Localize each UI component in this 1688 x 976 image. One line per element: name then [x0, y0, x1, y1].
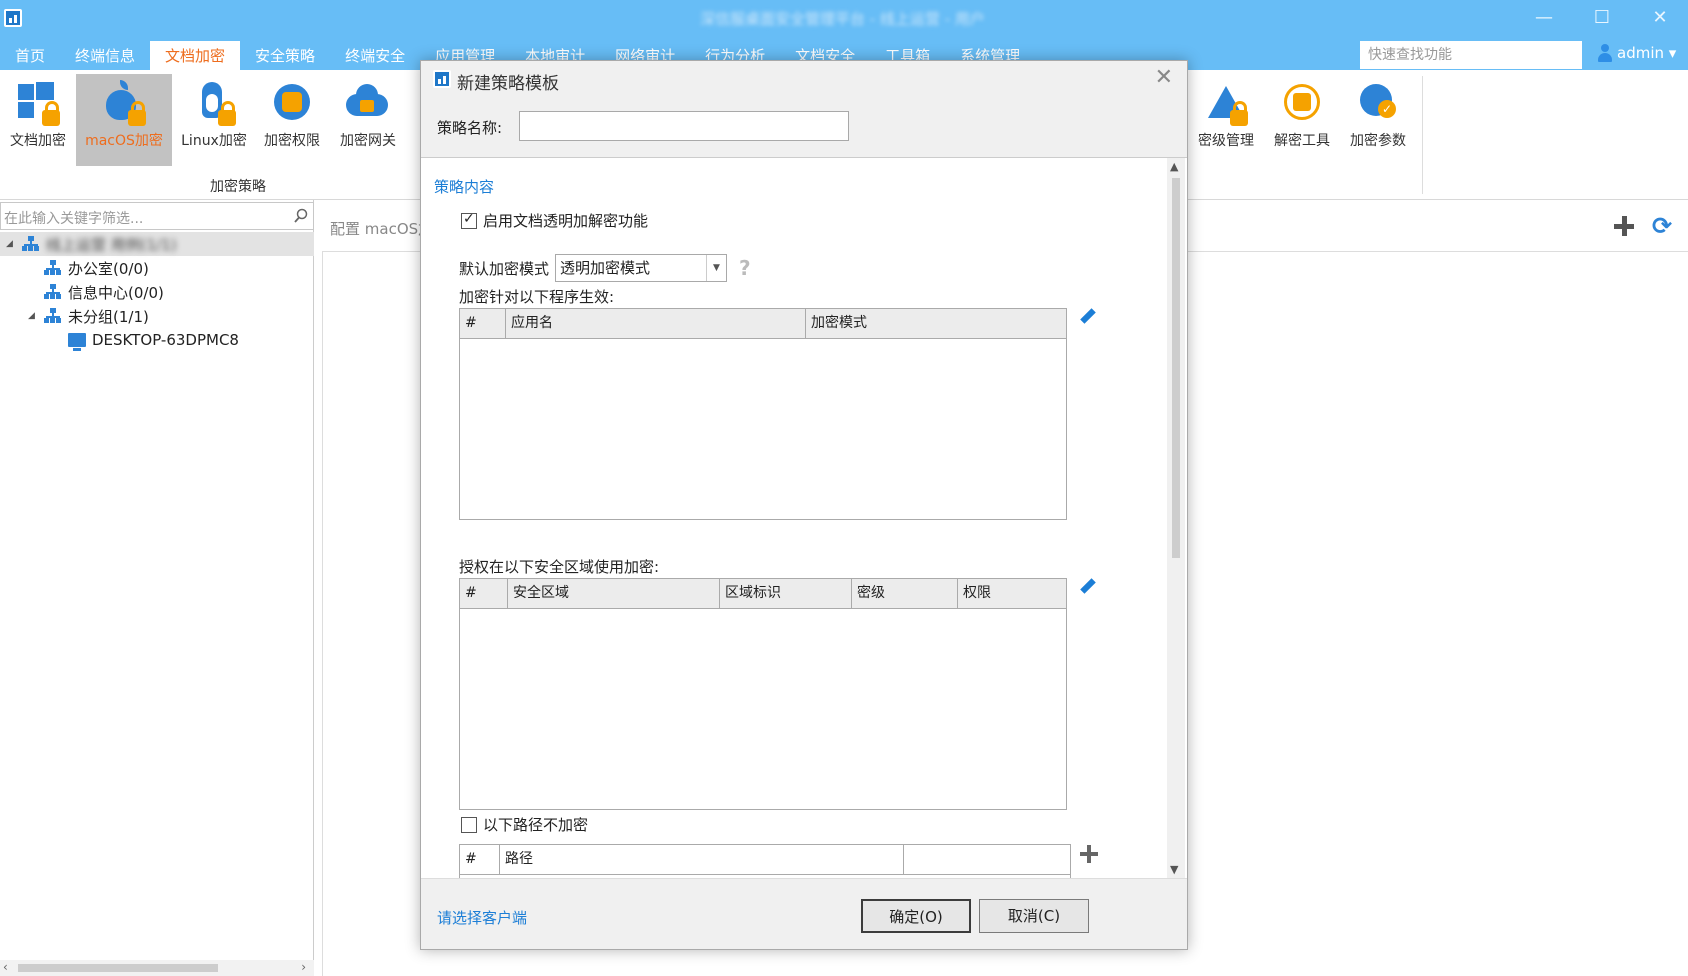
tree-node-ungrouped[interactable]: ◢ 未分组(1/1): [28, 304, 149, 328]
close-window-button[interactable]: ✕: [1640, 4, 1680, 32]
search-icon[interactable]: [293, 208, 309, 224]
help-icon[interactable]: ?: [739, 256, 751, 280]
ribbon-encrypt-params-button[interactable]: ✓ 加密参数: [1340, 74, 1416, 166]
tree-horizontal-scrollbar[interactable]: ‹ ›: [0, 960, 314, 976]
org-icon: [44, 260, 62, 276]
paths-table[interactable]: # 路径: [459, 844, 1071, 878]
enable-transparent-encryption-checkbox[interactable]: [461, 211, 477, 229]
menu-item-terminal-info[interactable]: 终端信息: [60, 41, 150, 70]
maximize-button[interactable]: ☐: [1582, 4, 1622, 32]
collapse-icon[interactable]: ◢: [6, 239, 16, 249]
org-tree-panel: 在此输入关键字筛选... ◢ 线上运营 用例(1/1) 办公室(0/0) 信息中…: [0, 200, 314, 976]
collapse-icon[interactable]: ◢: [28, 311, 38, 321]
org-icon: [44, 284, 62, 300]
pyramid-lock-icon: [1202, 80, 1250, 128]
scroll-left-icon[interactable]: ‹: [3, 960, 8, 974]
window-title: 深信服桌面安全管理平台 - 线上运营 - 用户: [700, 10, 985, 28]
tree-node-office[interactable]: 办公室(0/0): [44, 256, 149, 280]
programs-table-header: # 应用名 加密模式: [460, 309, 1066, 339]
ribbon-encrypt-permission-button[interactable]: 加密权限: [254, 74, 330, 166]
dialog-title: 新建策略模板: [457, 74, 559, 94]
scroll-right-icon[interactable]: ›: [301, 960, 306, 974]
dialog-close-icon[interactable]: ✕: [1155, 65, 1173, 90]
org-icon: [44, 308, 62, 324]
user-icon: [1598, 44, 1612, 62]
app-logo-icon: [4, 9, 22, 27]
tree-node-info-center[interactable]: 信息中心(0/0): [44, 280, 164, 304]
ok-button[interactable]: 确定(O): [861, 899, 971, 933]
refresh-icon[interactable]: ⟳: [1652, 214, 1672, 238]
user-name: admin ▾: [1617, 44, 1677, 62]
cancel-button[interactable]: 取消(C): [979, 899, 1089, 933]
default-mode-select[interactable]: 透明加密模式 ▼: [555, 254, 728, 282]
gear-lock-icon: [268, 80, 316, 128]
dialog-titlebar: 新建策略模板 ✕: [421, 61, 1187, 99]
zones-label: 授权在以下安全区域使用加密:: [459, 558, 660, 576]
scrollbar-thumb[interactable]: [18, 964, 218, 972]
default-mode-label: 默认加密模式: [459, 259, 550, 278]
user-menu[interactable]: admin ▾: [1598, 44, 1676, 62]
default-mode-row: 默认加密模式 透明加密模式 ▼ ?: [459, 254, 751, 282]
computer-icon: [68, 333, 86, 351]
zones-table-header: # 安全区域 区域标识 密级 权限: [460, 579, 1066, 609]
minimize-button[interactable]: —: [1524, 4, 1564, 32]
zones-table[interactable]: # 安全区域 区域标识 密级 权限: [459, 578, 1067, 810]
ribbon-linux-encrypt-button[interactable]: Linux加密: [176, 74, 252, 166]
tree-root-node[interactable]: ◢ 线上运营 用例(1/1): [0, 232, 314, 256]
exclude-paths-row[interactable]: 以下路径不加密: [461, 814, 588, 835]
menu-item-terminal-security[interactable]: 终端安全: [330, 41, 420, 70]
menu-item-doc-encryption[interactable]: 文档加密: [150, 41, 241, 70]
select-client-link[interactable]: 请选择客户端: [437, 907, 527, 928]
tree-root-label: 线上运营 用例(1/1): [46, 235, 177, 254]
scrollbar-thumb[interactable]: [1172, 178, 1180, 558]
policy-name-label: 策略名称:: [437, 119, 503, 137]
edit-zones-icon[interactable]: [1077, 578, 1097, 598]
programs-label: 加密针对以下程序生效:: [459, 288, 615, 306]
ribbon-security-level-button[interactable]: 密级管理: [1188, 74, 1264, 166]
enable-transparent-encryption-row[interactable]: 启用文档透明加解密功能: [461, 210, 648, 231]
cloud-lock-icon: [344, 80, 392, 128]
apple-lock-icon: [100, 80, 148, 128]
chevron-down-icon[interactable]: ▼: [706, 255, 726, 281]
dialog-body: 策略内容 启用文档透明加解密功能 默认加密模式 透明加密模式 ▼ ? 加密针对以…: [421, 157, 1187, 942]
dialog-vertical-scrollbar[interactable]: ▲ ▼: [1167, 158, 1185, 878]
tree-filter-input[interactable]: 在此输入关键字筛选...: [0, 202, 314, 230]
add-path-icon[interactable]: [1079, 844, 1099, 864]
section-title: 策略内容: [434, 178, 495, 196]
windows-lock-icon: [14, 80, 62, 128]
linux-lock-icon: [190, 80, 238, 128]
gear-check-icon: ✓: [1354, 80, 1402, 128]
add-icon[interactable]: [1612, 214, 1636, 238]
menu-item-security-policy[interactable]: 安全策略: [240, 41, 330, 70]
ribbon-group-label: 加密策略: [210, 179, 266, 195]
dialog-footer: 请选择客户端 确定(O) 取消(C): [421, 878, 1187, 942]
ribbon-encrypt-gateway-button[interactable]: 加密网关: [330, 74, 406, 166]
programs-table[interactable]: # 应用名 加密模式: [459, 308, 1067, 520]
scroll-down-icon[interactable]: ▼: [1170, 863, 1178, 876]
paths-table-header: # 路径: [460, 845, 1070, 875]
app-logo-icon: [433, 70, 451, 88]
scroll-up-icon[interactable]: ▲: [1170, 160, 1178, 173]
ribbon-separator: [1422, 76, 1423, 194]
quick-search-input[interactable]: 快速查找功能: [1360, 41, 1582, 69]
new-policy-template-dialog: 新建策略模板 ✕ 策略名称: 策略内容 启用文档透明加解密功能 默认加密模式 透…: [420, 60, 1188, 950]
org-icon: [22, 236, 40, 252]
ribbon-doc-encrypt-button[interactable]: 文档加密: [0, 74, 76, 166]
exclude-paths-checkbox[interactable]: [461, 816, 477, 833]
policy-name-input[interactable]: [519, 111, 849, 141]
policy-content-area: 策略内容 启用文档透明加解密功能 默认加密模式 透明加密模式 ▼ ? 加密针对以…: [421, 158, 1165, 878]
ribbon-macos-encrypt-button[interactable]: macOS加密: [76, 74, 172, 166]
edit-programs-icon[interactable]: [1077, 308, 1097, 328]
tree-node-desktop[interactable]: DESKTOP-63DPMC8: [66, 328, 239, 352]
ribbon-decrypt-tool-button[interactable]: 解密工具: [1264, 74, 1340, 166]
menu-item-home[interactable]: 首页: [0, 41, 60, 70]
target-lock-icon: [1278, 80, 1326, 128]
content-divider: [322, 252, 323, 976]
